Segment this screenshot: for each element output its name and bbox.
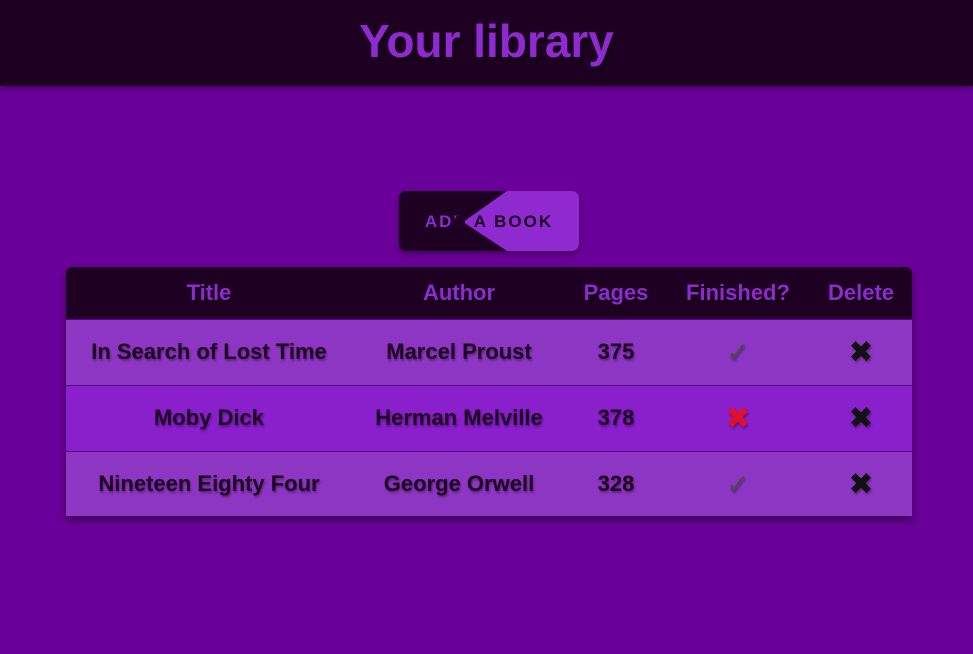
page-title: Your library (359, 15, 614, 67)
delete-x-icon[interactable]: ✖ (848, 401, 873, 436)
delete-x-icon[interactable]: ✖ (848, 335, 873, 370)
delete-x-icon[interactable]: ✖ (848, 467, 873, 502)
book-pages: 378 (597, 405, 635, 430)
column-header-finished: Finished? (686, 279, 790, 305)
table-row: Nineteen Eighty Four George Orwell 328 ✓… (66, 451, 912, 516)
column-header-delete: Delete (827, 279, 895, 305)
book-author: Marcel Proust (386, 339, 532, 364)
book-pages: 375 (597, 339, 635, 364)
add-book-button[interactable]: ADD A BOOK ADD A BOOK (399, 191, 579, 251)
book-title: Moby Dick (153, 405, 265, 430)
library-table: Title Author Pages Finished? Delete In S… (66, 267, 912, 516)
finished-toggle[interactable]: ✓ (666, 451, 810, 516)
delete-cell[interactable]: ✖ (810, 451, 912, 516)
table-row: Moby Dick Herman Melville 378 ✖ ✖ (66, 385, 912, 451)
finished-toggle[interactable]: ✓ (666, 319, 810, 385)
book-title: In Search of Lost Time (91, 339, 327, 364)
red-cross-icon[interactable]: ✖ (725, 401, 750, 436)
library-table-container: Title Author Pages Finished? Delete In S… (66, 267, 912, 516)
checkmark-icon[interactable]: ✓ (726, 468, 749, 501)
delete-cell[interactable]: ✖ (810, 319, 912, 385)
table-row: In Search of Lost Time Marcel Proust 375… (66, 319, 912, 385)
book-pages: 328 (597, 471, 635, 497)
finished-toggle[interactable]: ✖ (666, 385, 810, 451)
checkmark-icon[interactable]: ✓ (726, 336, 749, 369)
column-header-title: Title (186, 279, 232, 305)
delete-cell[interactable]: ✖ (810, 385, 912, 451)
book-author: Herman Melville (375, 405, 543, 430)
book-author: George Orwell (383, 471, 535, 497)
column-header-pages: Pages (583, 279, 649, 305)
book-title: Nineteen Eighty Four (98, 471, 320, 497)
table-header-row: Title Author Pages Finished? Delete (66, 267, 912, 319)
app-header: Your library (0, 0, 973, 86)
column-header-author: Author (422, 279, 496, 305)
